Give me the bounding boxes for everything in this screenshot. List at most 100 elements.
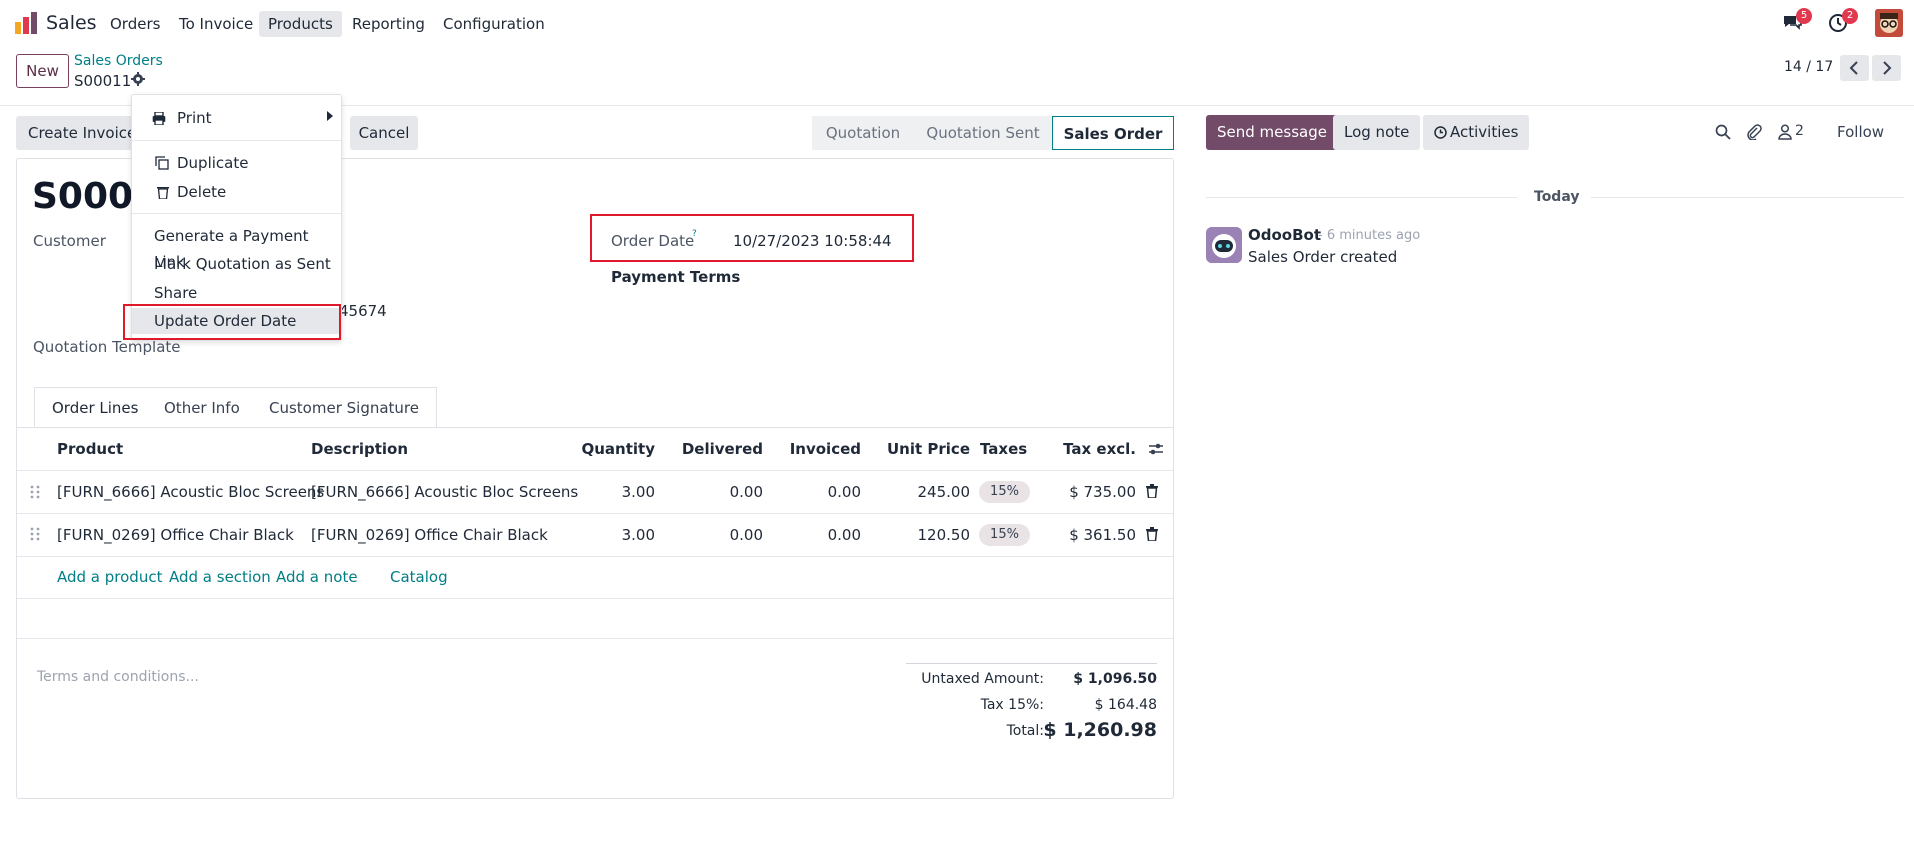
- gear-icon[interactable]: [131, 72, 145, 86]
- followers-icon[interactable]: [1778, 124, 1792, 140]
- odoobot-avatar[interactable]: [1206, 227, 1242, 263]
- print-label: Print: [177, 109, 212, 127]
- status-sales-order[interactable]: Sales Order: [1052, 116, 1174, 150]
- today-label: Today: [1534, 189, 1580, 205]
- terms-and-conditions-input[interactable]: Terms and conditions...: [37, 669, 199, 685]
- pager-next-button[interactable]: [1872, 55, 1901, 81]
- message-time: - 6 minutes ago: [1318, 228, 1421, 243]
- help-tooltip-icon[interactable]: ?: [692, 229, 697, 239]
- generate-payment-link-menu-item[interactable]: Generate a Payment Link: [132, 223, 341, 271]
- menu-reporting[interactable]: Reporting: [343, 11, 434, 37]
- search-icon[interactable]: [1715, 124, 1731, 140]
- menu-separator: [132, 213, 341, 214]
- tab-divider: [16, 427, 1174, 428]
- duplicate-label: Duplicate: [177, 154, 249, 172]
- menu-orders[interactable]: Orders: [101, 11, 169, 37]
- menu-products[interactable]: Products: [259, 11, 342, 37]
- printer-icon: [152, 112, 166, 125]
- breadcrumb-sales-orders[interactable]: Sales Orders: [74, 53, 163, 69]
- pager-value[interactable]: 14 / 17: [1784, 59, 1833, 75]
- column-description[interactable]: Description: [311, 440, 408, 458]
- column-delivered[interactable]: Delivered: [680, 440, 763, 458]
- activities-clock-icon[interactable]: 2: [1828, 8, 1858, 34]
- row-quantity[interactable]: 3.00: [580, 483, 655, 501]
- cancel-button[interactable]: Cancel: [350, 116, 418, 150]
- follow-button[interactable]: Follow: [1837, 123, 1884, 141]
- user-avatar[interactable]: [1875, 9, 1903, 37]
- activities-label: Activities: [1450, 123, 1519, 141]
- catalog-link[interactable]: Catalog: [390, 568, 448, 586]
- tab-customer-signature[interactable]: Customer Signature: [252, 387, 437, 427]
- tax-tag[interactable]: 15%: [979, 481, 1030, 503]
- row-unit-price[interactable]: 120.50: [880, 526, 971, 544]
- row-product[interactable]: [FURN_6666] Acoustic Bloc Screens: [57, 483, 324, 501]
- new-button[interactable]: New: [16, 54, 69, 88]
- messages-icon[interactable]: 5: [1782, 8, 1812, 34]
- column-taxes[interactable]: Taxes: [980, 440, 1027, 458]
- date-divider: [1591, 197, 1904, 198]
- untaxed-amount-value: $ 1,096.50: [1073, 671, 1157, 687]
- chevron-left-icon: [1849, 61, 1858, 75]
- mark-quotation-sent-menu-item[interactable]: Mark Quotation as Sent: [132, 251, 341, 277]
- row-subtotal: $ 735.00: [1069, 483, 1136, 501]
- add-section-link[interactable]: Add a section: [169, 568, 271, 586]
- row-subtotal: $ 361.50: [1069, 526, 1136, 544]
- row-description[interactable]: [FURN_0269] Office Chair Black: [311, 526, 548, 544]
- payment-terms-label: Payment Terms: [611, 268, 741, 286]
- tab-other-info[interactable]: Other Info: [147, 387, 258, 427]
- message-author[interactable]: OdooBot: [1248, 226, 1321, 244]
- menu-configuration[interactable]: Configuration: [434, 11, 554, 37]
- drag-handle-icon[interactable]: [30, 527, 40, 541]
- row-product[interactable]: [FURN_0269] Office Chair Black: [57, 526, 294, 544]
- untaxed-amount-label: Untaxed Amount:: [921, 671, 1044, 687]
- add-product-link[interactable]: Add a product: [57, 568, 162, 586]
- row-divider: [17, 638, 1174, 639]
- totals-divider: [906, 663, 1157, 664]
- column-quantity[interactable]: Quantity: [580, 440, 656, 458]
- message-body: Sales Order created: [1248, 248, 1398, 266]
- send-message-button[interactable]: Send message: [1206, 115, 1338, 150]
- order-date-label: Order Date: [611, 232, 695, 250]
- sales-app-icon[interactable]: [14, 11, 38, 35]
- create-invoice-button[interactable]: Create Invoice: [16, 116, 149, 150]
- menu-separator: [132, 140, 341, 141]
- log-note-button[interactable]: Log note: [1333, 115, 1421, 150]
- tax-tag[interactable]: 15%: [979, 524, 1030, 546]
- status-quotation-sent[interactable]: Quotation Sent: [914, 116, 1052, 150]
- column-tax-excl[interactable]: Tax excl.: [1040, 440, 1136, 458]
- status-quotation[interactable]: Quotation: [812, 116, 914, 150]
- column-unit-price[interactable]: Unit Price: [880, 440, 970, 458]
- row-description[interactable]: [FURN_6666] Acoustic Bloc Screens: [311, 483, 578, 501]
- column-product[interactable]: Product: [57, 440, 123, 458]
- caret-right-icon: [327, 111, 333, 121]
- total-value: $ 1,260.98: [1043, 719, 1157, 741]
- update-order-date-highlight: [123, 304, 341, 340]
- trash-icon[interactable]: [1146, 484, 1158, 498]
- row-quantity[interactable]: 3.00: [580, 526, 655, 544]
- row-unit-price[interactable]: 245.00: [880, 483, 971, 501]
- pager-previous-button[interactable]: [1840, 55, 1869, 81]
- row-delivered: 0.00: [729, 483, 763, 501]
- order-date-value[interactable]: 10/27/2023 10:58:44: [733, 232, 892, 250]
- followers-count[interactable]: 2: [1795, 123, 1804, 139]
- customer-label: Customer: [33, 232, 106, 250]
- tab-order-lines[interactable]: Order Lines: [34, 387, 157, 427]
- row-invoiced: 0.00: [827, 526, 861, 544]
- add-note-link[interactable]: Add a note: [276, 568, 358, 586]
- chevron-right-icon: [1883, 61, 1892, 75]
- trash-icon: [157, 187, 169, 199]
- menu-to-invoice[interactable]: To Invoice: [170, 11, 262, 37]
- app-name[interactable]: Sales: [46, 12, 97, 34]
- delete-label: Delete: [177, 183, 227, 201]
- drag-handle-icon[interactable]: [30, 485, 40, 499]
- tax-value: $ 164.48: [1094, 697, 1157, 713]
- row-invoiced: 0.00: [827, 483, 861, 501]
- trash-icon[interactable]: [1146, 527, 1158, 541]
- optional-columns-icon[interactable]: [1148, 441, 1164, 457]
- record-name: S00011: [74, 72, 132, 90]
- paperclip-icon[interactable]: [1746, 123, 1762, 140]
- column-invoiced[interactable]: Invoiced: [780, 440, 861, 458]
- copy-icon: [155, 156, 169, 170]
- share-menu-item[interactable]: Share: [132, 280, 341, 306]
- customer-partial-value: 45674: [339, 302, 387, 320]
